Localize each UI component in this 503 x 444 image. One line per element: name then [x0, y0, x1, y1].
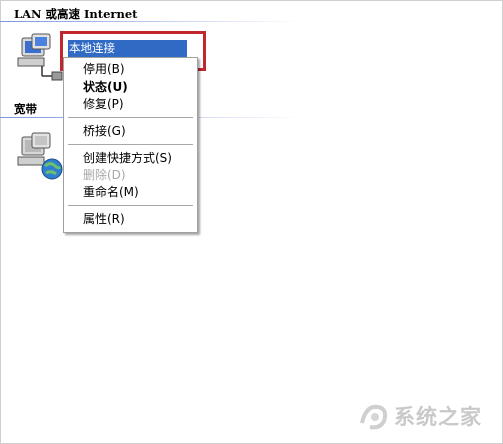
- menu-item-delete: 删除(D): [83, 168, 126, 182]
- menu-separator: [68, 205, 193, 207]
- menu-item-disable[interactable]: 停用(B): [64, 60, 197, 78]
- lan-group-header: LAN 或高速 Internet: [14, 7, 138, 21]
- broadband-group-header: 宽带: [14, 102, 37, 116]
- menu-separator: [68, 117, 193, 119]
- lan-group-divider: [0, 21, 300, 22]
- watermark-logo: 系统之家: [358, 393, 498, 439]
- broadband-connection-icon[interactable]: [14, 131, 66, 186]
- context-menu: 停用(B) 状态(U) 修复(P) 桥接(G) 创建快捷方式(S) 删除(D) …: [63, 57, 198, 233]
- watermark-logo-icon: [360, 404, 388, 430]
- menu-item-rename[interactable]: 重命名(M): [64, 183, 197, 201]
- menu-item-bridge[interactable]: 桥接(G): [64, 122, 197, 140]
- menu-item-create-shortcut[interactable]: 创建快捷方式(S): [64, 149, 197, 167]
- menu-item-properties[interactable]: 属性(R): [64, 210, 197, 228]
- network-connection-icon[interactable]: [14, 32, 66, 87]
- menu-item-status[interactable]: 状态(U): [64, 78, 197, 96]
- menu-separator: [68, 144, 193, 146]
- watermark-text: 系统之家: [394, 405, 482, 429]
- menu-item-repair[interactable]: 修复(P): [64, 95, 197, 113]
